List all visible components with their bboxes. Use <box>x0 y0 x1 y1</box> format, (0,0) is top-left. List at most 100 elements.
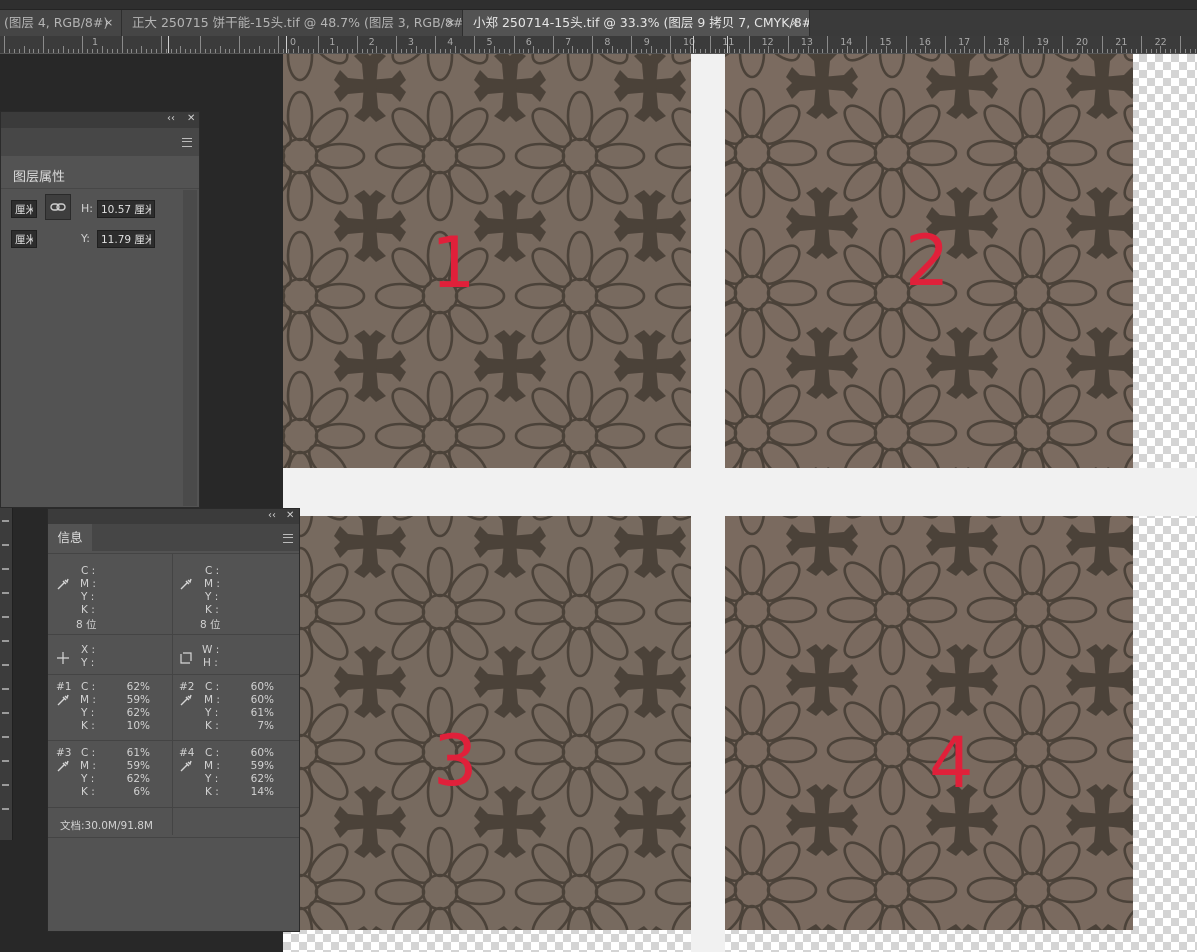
ruler-tick <box>827 36 829 53</box>
tab-doc-2-close-icon[interactable]: × <box>446 10 455 36</box>
ruler-tick <box>734 49 736 53</box>
tile-label-1: 1 <box>431 222 476 304</box>
ruler-tick <box>151 49 152 53</box>
ruler-tick <box>82 36 84 53</box>
pattern-tile-2[interactable]: 2 <box>725 54 1133 468</box>
cmyk-right-m: M : <box>204 578 220 590</box>
collapse-icon[interactable]: ‹‹ <box>167 113 175 124</box>
ruler-tick <box>719 49 721 53</box>
ruler-tick <box>430 49 432 53</box>
ruler-tick <box>748 36 750 53</box>
properties-scrollbar[interactable] <box>183 190 197 506</box>
ruler-tick <box>400 49 402 53</box>
pattern-tile-3[interactable]: 3 <box>283 516 691 930</box>
ruler-tick <box>484 49 486 53</box>
ruler-tick <box>616 49 618 53</box>
link-dimensions-icon[interactable] <box>45 194 71 220</box>
ruler-tick <box>1194 49 1196 53</box>
tab-doc-2-label: 正大 250715 饼干能-15头.tif @ 48.7% (图层 3, RGB… <box>132 15 463 30</box>
ruler-tick <box>900 49 902 53</box>
height-field[interactable] <box>97 200 155 218</box>
tool-icon[interactable] <box>2 592 9 594</box>
ruler-tick <box>533 46 535 53</box>
ruler-tick <box>464 49 466 53</box>
ruler-tick <box>724 49 726 53</box>
ruler-tick <box>239 36 241 53</box>
info-panel-header[interactable]: ‹‹ ✕ <box>48 509 299 524</box>
tab-info[interactable]: 信息 <box>48 524 92 551</box>
flower-motif <box>725 227 818 359</box>
sample-2-k-value: 7% <box>257 720 274 732</box>
eyedropper-icon <box>57 578 69 590</box>
tool-icon[interactable] <box>2 784 9 786</box>
ruler-tick <box>62 46 64 53</box>
tool-icon[interactable] <box>2 568 9 570</box>
tool-icon[interactable] <box>2 664 9 666</box>
ruler-tick <box>944 36 946 53</box>
tool-icon[interactable] <box>2 640 9 642</box>
divider <box>48 837 299 838</box>
ruler-number: 0 <box>290 37 297 48</box>
horizontal-ruler[interactable]: 1 0 1 2 3 4 5 6 7 8 9 10 11 12 13 14 15 16 17 18 19 20 21 22 <box>0 36 1197 54</box>
divider <box>48 740 299 741</box>
tab-doc-1-close-icon[interactable]: × <box>104 10 113 36</box>
tool-icon[interactable] <box>2 712 9 714</box>
properties-panel-header[interactable]: ‹‹ ✕ <box>1 112 199 128</box>
tool-icon[interactable] <box>2 808 9 810</box>
sample-2-y-label: Y : <box>205 707 219 719</box>
ruler-tick <box>543 49 544 53</box>
flower-motif <box>654 387 691 468</box>
ruler-tick <box>322 49 324 53</box>
ruler-tick <box>53 49 54 53</box>
tab-doc-3-active[interactable]: 小郑 250714-15头.tif @ 33.3% (图层 9 拷贝 7, CM… <box>463 10 810 36</box>
panel-menu-icon[interactable] <box>182 138 192 147</box>
ruler-tick <box>567 49 569 53</box>
ruler-tick <box>1135 49 1137 53</box>
flower-motif <box>374 370 506 468</box>
tool-icon[interactable] <box>2 760 9 762</box>
ruler-tick <box>876 49 878 53</box>
ruler-tick <box>665 49 667 53</box>
ruler-tick <box>837 49 838 53</box>
ruler-tick <box>783 49 785 53</box>
sample-1-m-label: M : <box>80 694 96 706</box>
ruler-tick <box>1140 36 1142 53</box>
flower-motif <box>514 90 646 222</box>
ruler-tick <box>925 46 927 53</box>
cmyk-left-y: Y : <box>81 591 95 603</box>
tool-icon[interactable] <box>2 736 9 738</box>
ruler-tick <box>694 49 696 53</box>
flower-motif <box>654 247 691 345</box>
info-menu-icon[interactable] <box>283 534 293 543</box>
ruler-tick <box>351 49 353 53</box>
pattern-tile-1[interactable]: 1 <box>283 54 691 468</box>
width-field[interactable] <box>11 200 37 218</box>
document-tab-bar: (图层 4, RGB/8#) × 正大 250715 饼干能-15头.tif @… <box>0 0 1197 36</box>
ruler-tick <box>1072 49 1074 53</box>
pattern-tile-4[interactable]: 4 <box>725 516 1133 930</box>
properties-tab-row <box>1 128 199 156</box>
sample-3-y-value: 62% <box>126 773 150 785</box>
y-position-field[interactable] <box>97 230 155 248</box>
info-close-icon[interactable]: ✕ <box>286 510 294 521</box>
tool-icon[interactable] <box>2 688 9 690</box>
ruler-tick <box>1170 49 1172 53</box>
ruler-tick <box>601 49 603 53</box>
x-position-field[interactable] <box>11 230 37 248</box>
tab-doc-1[interactable]: (图层 4, RGB/8#) × <box>0 10 122 36</box>
ruler-tick <box>498 49 500 53</box>
tab-doc-3-close-icon[interactable]: × <box>790 10 799 36</box>
ruler-tick <box>763 49 765 53</box>
tool-icon[interactable] <box>2 544 9 546</box>
ruler-tick <box>405 49 407 53</box>
tab-doc-2[interactable]: 正大 250715 饼干能-15头.tif @ 48.7% (图层 3, RGB… <box>122 10 463 36</box>
height-label: H: <box>81 202 93 215</box>
cross-motif <box>1066 516 1133 576</box>
tool-icon[interactable] <box>2 616 9 618</box>
flower-motif <box>514 686 646 818</box>
info-collapse-icon[interactable]: ‹‹ <box>268 510 276 521</box>
ruler-tick <box>312 49 314 53</box>
close-icon[interactable]: ✕ <box>187 113 195 124</box>
ruler-tick <box>165 49 167 53</box>
tool-icon[interactable] <box>2 520 9 522</box>
